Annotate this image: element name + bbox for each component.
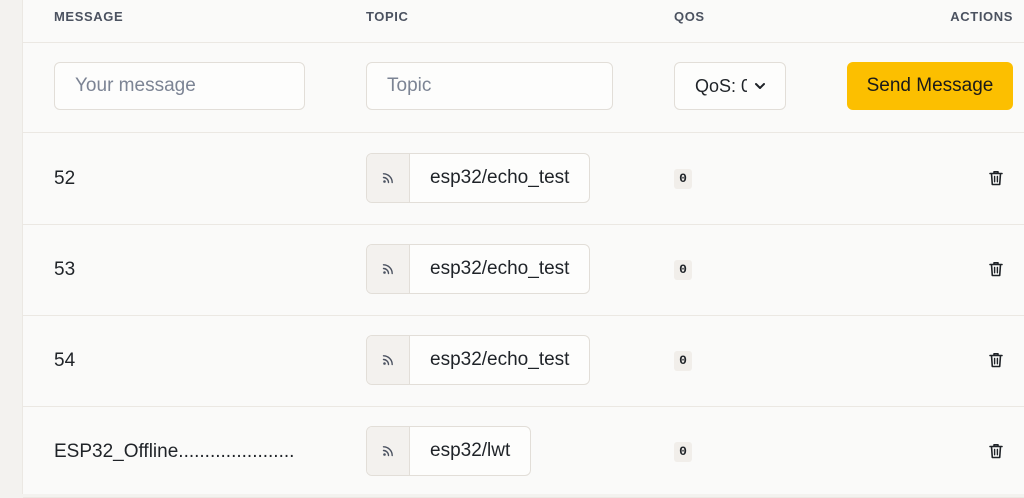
topic-input[interactable] <box>366 62 613 110</box>
qos-badge: 0 <box>674 169 692 189</box>
rss-feed-icon <box>367 154 410 202</box>
qos-select-value: QoS: 0 <box>695 75 747 96</box>
topic-chip[interactable]: esp32/echo_test <box>366 335 591 385</box>
chevron-down-icon <box>755 83 765 89</box>
trash-icon[interactable] <box>986 441 1006 461</box>
topic-chip[interactable]: esp32/echo_test <box>366 153 591 203</box>
table-row: ESP32_Offline...................... esp3… <box>23 406 1024 498</box>
topic-chip[interactable]: esp32/lwt <box>366 426 532 476</box>
table-row: 53 esp32/echo_test 0 <box>23 224 1024 316</box>
trash-icon[interactable] <box>986 168 1006 188</box>
row-message: 53 <box>54 259 76 280</box>
row-topic: esp32/echo_test <box>430 167 570 188</box>
qos-badge: 0 <box>674 442 692 462</box>
composer-row: QoS: 0 Send Message <box>23 42 1024 133</box>
rss-feed-icon <box>367 245 410 293</box>
qos-badge: 0 <box>674 351 692 371</box>
header-actions: ACTIONS <box>950 9 1013 24</box>
row-message: 54 <box>54 350 76 371</box>
rss-feed-icon <box>367 427 410 475</box>
send-message-button[interactable]: Send Message <box>847 62 1013 110</box>
row-topic: esp32/echo_test <box>430 258 570 279</box>
qos-badge: 0 <box>674 260 692 280</box>
row-topic: esp32/echo_test <box>430 349 570 370</box>
messages-panel: MESSAGE TOPIC QOS ACTIONS QoS: 0 Send Me… <box>22 0 1024 498</box>
message-input[interactable] <box>54 62 305 110</box>
trash-icon[interactable] <box>986 259 1006 279</box>
qos-select[interactable]: QoS: 0 <box>674 62 786 110</box>
table-row: 52 esp32/echo_test 0 <box>23 133 1024 225</box>
trash-icon[interactable] <box>986 350 1006 370</box>
header-qos: QOS <box>674 9 705 24</box>
header-topic: TOPIC <box>366 9 409 24</box>
row-topic: esp32/lwt <box>430 440 511 461</box>
table-row: 54 esp32/echo_test 0 <box>23 315 1024 407</box>
row-message: 52 <box>54 168 76 189</box>
rss-feed-icon <box>367 336 410 384</box>
table-header: MESSAGE TOPIC QOS ACTIONS <box>23 0 1024 43</box>
row-message: ESP32_Offline...................... <box>54 441 295 462</box>
topic-chip[interactable]: esp32/echo_test <box>366 244 591 294</box>
header-message: MESSAGE <box>54 9 124 24</box>
